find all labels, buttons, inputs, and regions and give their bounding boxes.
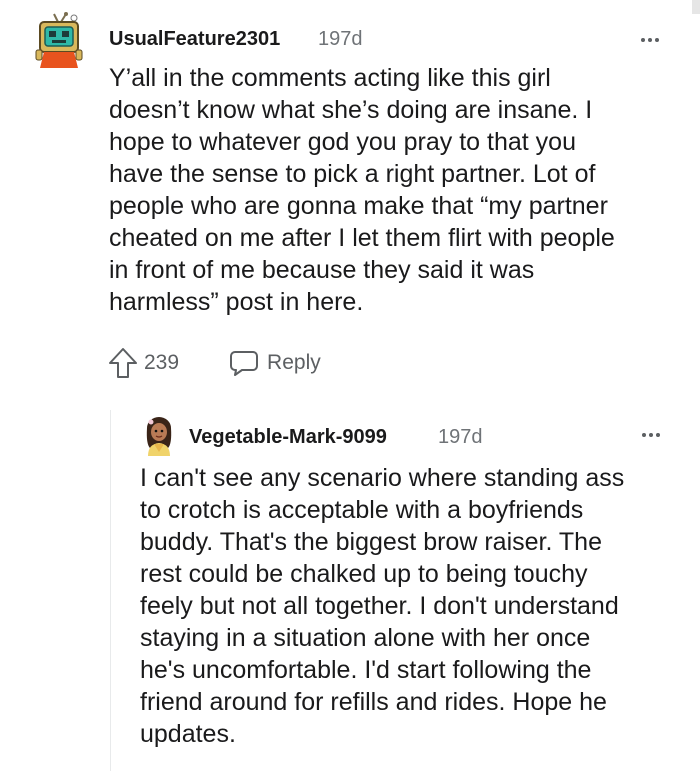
reply-button[interactable]: Reply xyxy=(229,349,321,377)
comment-body: Y’all in the comments acting like this g… xyxy=(109,62,679,318)
comment-username[interactable]: Vegetable-Mark-9099 xyxy=(189,426,387,449)
comment-body-line: have the sense to pick a right partner. … xyxy=(109,160,596,188)
comment-body-line: hope to whatever god you pray to that yo… xyxy=(109,128,576,156)
upvote-arrow-icon xyxy=(109,348,137,378)
comment-usualfeature2301: UsualFeature2301 197d Y’all in the comme… xyxy=(0,0,700,400)
comment-body-line: staying in a situation alone with her on… xyxy=(140,624,591,652)
comment-body-line: buddy. That's the biggest brow raiser. T… xyxy=(140,528,602,556)
comment-timestamp: 197d xyxy=(318,28,363,50)
comment-body: I can't see any scenario where standing … xyxy=(140,462,688,750)
comment-body-line: feely but not all together. I don't unde… xyxy=(140,592,619,620)
comment-body-line: updates. xyxy=(140,720,236,748)
girl-avatar-icon[interactable] xyxy=(140,414,178,456)
comment-body-line: I can't see any scenario where standing … xyxy=(140,464,625,492)
comment-body-line: he's uncomfortable. I'd start following … xyxy=(140,656,592,684)
reply-label: Reply xyxy=(267,351,321,374)
comment-body-line: in front of me because they said it was xyxy=(109,256,535,284)
comment-body-line: people who are gonna make that “my partn… xyxy=(109,192,608,220)
vote-count: 239 xyxy=(144,351,180,374)
comment-body-line: to crotch is acceptable with a boyfriend… xyxy=(140,496,584,524)
upvote-button[interactable]: 239 xyxy=(108,347,179,379)
comment-username[interactable]: UsualFeature2301 xyxy=(109,28,280,51)
comment-body-line: Y’all in the comments acting like this g… xyxy=(109,64,551,92)
comment-timestamp: 197d xyxy=(438,426,483,448)
comment-body-line: friend around for refills and rides. Hop… xyxy=(140,688,607,716)
comment-actions: 239 Reply xyxy=(108,345,321,381)
tv-robot-avatar-icon[interactable] xyxy=(34,12,84,68)
comment-body-line: harmless” post in here. xyxy=(109,288,364,316)
more-options-icon[interactable] xyxy=(641,38,659,42)
comment-body-line: rest could be chalked up to being touchy xyxy=(140,560,588,588)
reply-bubble-icon xyxy=(230,351,259,376)
more-options-icon[interactable] xyxy=(642,433,660,437)
comment-vegetable-mark-9099: Vegetable-Mark-9099 197d I can't see any… xyxy=(0,400,700,771)
comment-body-line: doesn’t know what she’s doing are insane… xyxy=(109,96,593,124)
comment-body-line: cheated on me after I let them flirt wit… xyxy=(109,224,615,252)
